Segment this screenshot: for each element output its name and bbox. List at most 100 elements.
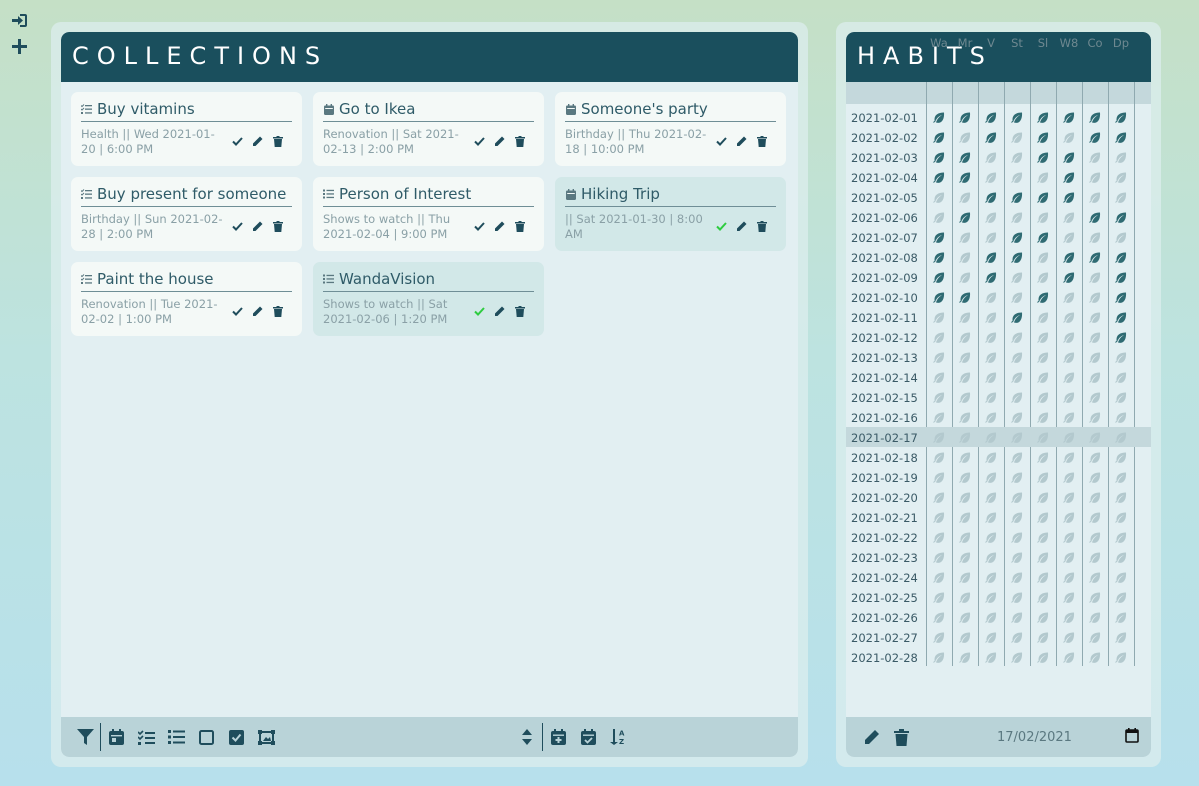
leaf-icon[interactable] (1004, 450, 1030, 464)
leaf-icon[interactable] (1056, 390, 1082, 404)
leaf-icon[interactable] (1082, 110, 1108, 124)
leaf-icon[interactable] (1082, 370, 1108, 384)
leaf-icon[interactable] (952, 290, 978, 304)
leaf-icon[interactable] (1056, 530, 1082, 544)
leaf-icon[interactable] (1004, 310, 1030, 324)
leaf-icon[interactable] (978, 550, 1004, 564)
leaf-icon[interactable] (978, 350, 1004, 364)
trash-icon[interactable] (891, 727, 911, 747)
collection-card[interactable]: WandaVision Shows to watch || Sat 2021-0… (313, 262, 544, 336)
leaf-icon[interactable] (978, 470, 1004, 484)
collection-card[interactable]: Someone's party Birthday || Thu 2021-02-… (555, 92, 786, 166)
leaf-icon[interactable] (1108, 350, 1134, 364)
leaf-icon[interactable] (952, 590, 978, 604)
leaf-icon[interactable] (926, 470, 952, 484)
trash-icon[interactable] (755, 220, 768, 233)
leaf-icon[interactable] (1108, 170, 1134, 184)
leaf-icon[interactable] (1030, 650, 1056, 664)
leaf-icon[interactable] (1082, 350, 1108, 364)
leaf-icon[interactable] (1082, 210, 1108, 224)
leaf-icon[interactable] (1056, 250, 1082, 264)
leaf-icon[interactable] (1030, 130, 1056, 144)
leaf-icon[interactable] (1004, 590, 1030, 604)
leaf-icon[interactable] (1004, 230, 1030, 244)
leaf-icon[interactable] (1004, 370, 1030, 384)
leaf-icon[interactable] (1082, 610, 1108, 624)
leaf-icon[interactable] (926, 170, 952, 184)
leaf-icon[interactable] (1056, 410, 1082, 424)
leaf-icon[interactable] (1030, 110, 1056, 124)
leaf-icon[interactable] (1108, 610, 1134, 624)
leaf-icon[interactable] (926, 330, 952, 344)
leaf-icon[interactable] (926, 410, 952, 424)
leaf-icon[interactable] (1082, 390, 1108, 404)
leaf-icon[interactable] (1108, 310, 1134, 324)
calendar-plus-icon[interactable] (548, 727, 568, 747)
leaf-icon[interactable] (1030, 330, 1056, 344)
leaf-icon[interactable] (978, 370, 1004, 384)
leaf-icon[interactable] (978, 270, 1004, 284)
leaf-icon[interactable] (952, 250, 978, 264)
leaf-icon[interactable] (978, 210, 1004, 224)
leaf-icon[interactable] (1030, 270, 1056, 284)
pencil-icon[interactable] (861, 727, 881, 747)
sort-alpha-icon[interactable]: AZ (608, 727, 628, 747)
leaf-icon[interactable] (1082, 570, 1108, 584)
leaf-icon[interactable] (926, 210, 952, 224)
leaf-icon[interactable] (1056, 150, 1082, 164)
leaf-icon[interactable] (1056, 590, 1082, 604)
square-icon[interactable] (196, 727, 216, 747)
leaf-icon[interactable] (1004, 650, 1030, 664)
leaf-icon[interactable] (1030, 170, 1056, 184)
leaf-icon[interactable] (1056, 470, 1082, 484)
leaf-icon[interactable] (978, 430, 1004, 444)
leaf-icon[interactable] (1030, 290, 1056, 304)
leaf-icon[interactable] (1108, 230, 1134, 244)
leaf-icon[interactable] (1082, 630, 1108, 644)
check-square-icon[interactable] (226, 727, 246, 747)
trash-icon[interactable] (513, 305, 526, 318)
trash-icon[interactable] (513, 135, 526, 148)
leaf-icon[interactable] (978, 150, 1004, 164)
leaf-icon[interactable] (1082, 170, 1108, 184)
leaf-icon[interactable] (926, 230, 952, 244)
calendar-icon[interactable] (106, 727, 126, 747)
leaf-icon[interactable] (952, 310, 978, 324)
leaf-icon[interactable] (1082, 550, 1108, 564)
leaf-icon[interactable] (1030, 430, 1056, 444)
leaf-icon[interactable] (1030, 590, 1056, 604)
leaf-icon[interactable] (1056, 570, 1082, 584)
leaf-icon[interactable] (926, 130, 952, 144)
leaf-icon[interactable] (1108, 490, 1134, 504)
leaf-icon[interactable] (926, 150, 952, 164)
leaf-icon[interactable] (926, 510, 952, 524)
leaf-icon[interactable] (1082, 230, 1108, 244)
leaf-icon[interactable] (1108, 390, 1134, 404)
leaf-icon[interactable] (1082, 650, 1108, 664)
leaf-icon[interactable] (926, 650, 952, 664)
check-icon[interactable] (231, 135, 244, 148)
leaf-icon[interactable] (1056, 450, 1082, 464)
leaf-icon[interactable] (926, 350, 952, 364)
leaf-icon[interactable] (926, 610, 952, 624)
habit-column-header[interactable]: Mr (952, 36, 978, 50)
leaf-icon[interactable] (926, 430, 952, 444)
check-icon[interactable] (715, 220, 728, 233)
leaf-icon[interactable] (952, 550, 978, 564)
leaf-icon[interactable] (1030, 550, 1056, 564)
leaf-icon[interactable] (1004, 570, 1030, 584)
leaf-icon[interactable] (1004, 490, 1030, 504)
leaf-icon[interactable] (1030, 610, 1056, 624)
leaf-icon[interactable] (978, 170, 1004, 184)
leaf-icon[interactable] (926, 550, 952, 564)
leaf-icon[interactable] (952, 490, 978, 504)
leaf-icon[interactable] (1056, 430, 1082, 444)
leaf-icon[interactable] (952, 530, 978, 544)
leaf-icon[interactable] (978, 490, 1004, 504)
leaf-icon[interactable] (978, 610, 1004, 624)
collection-card[interactable]: Person of Interest Shows to watch || Thu… (313, 177, 544, 251)
leaf-icon[interactable] (1082, 590, 1108, 604)
leaf-icon[interactable] (1082, 290, 1108, 304)
collection-card[interactable]: Go to Ikea Renovation || Sat 2021-02-13 … (313, 92, 544, 166)
leaf-icon[interactable] (952, 190, 978, 204)
